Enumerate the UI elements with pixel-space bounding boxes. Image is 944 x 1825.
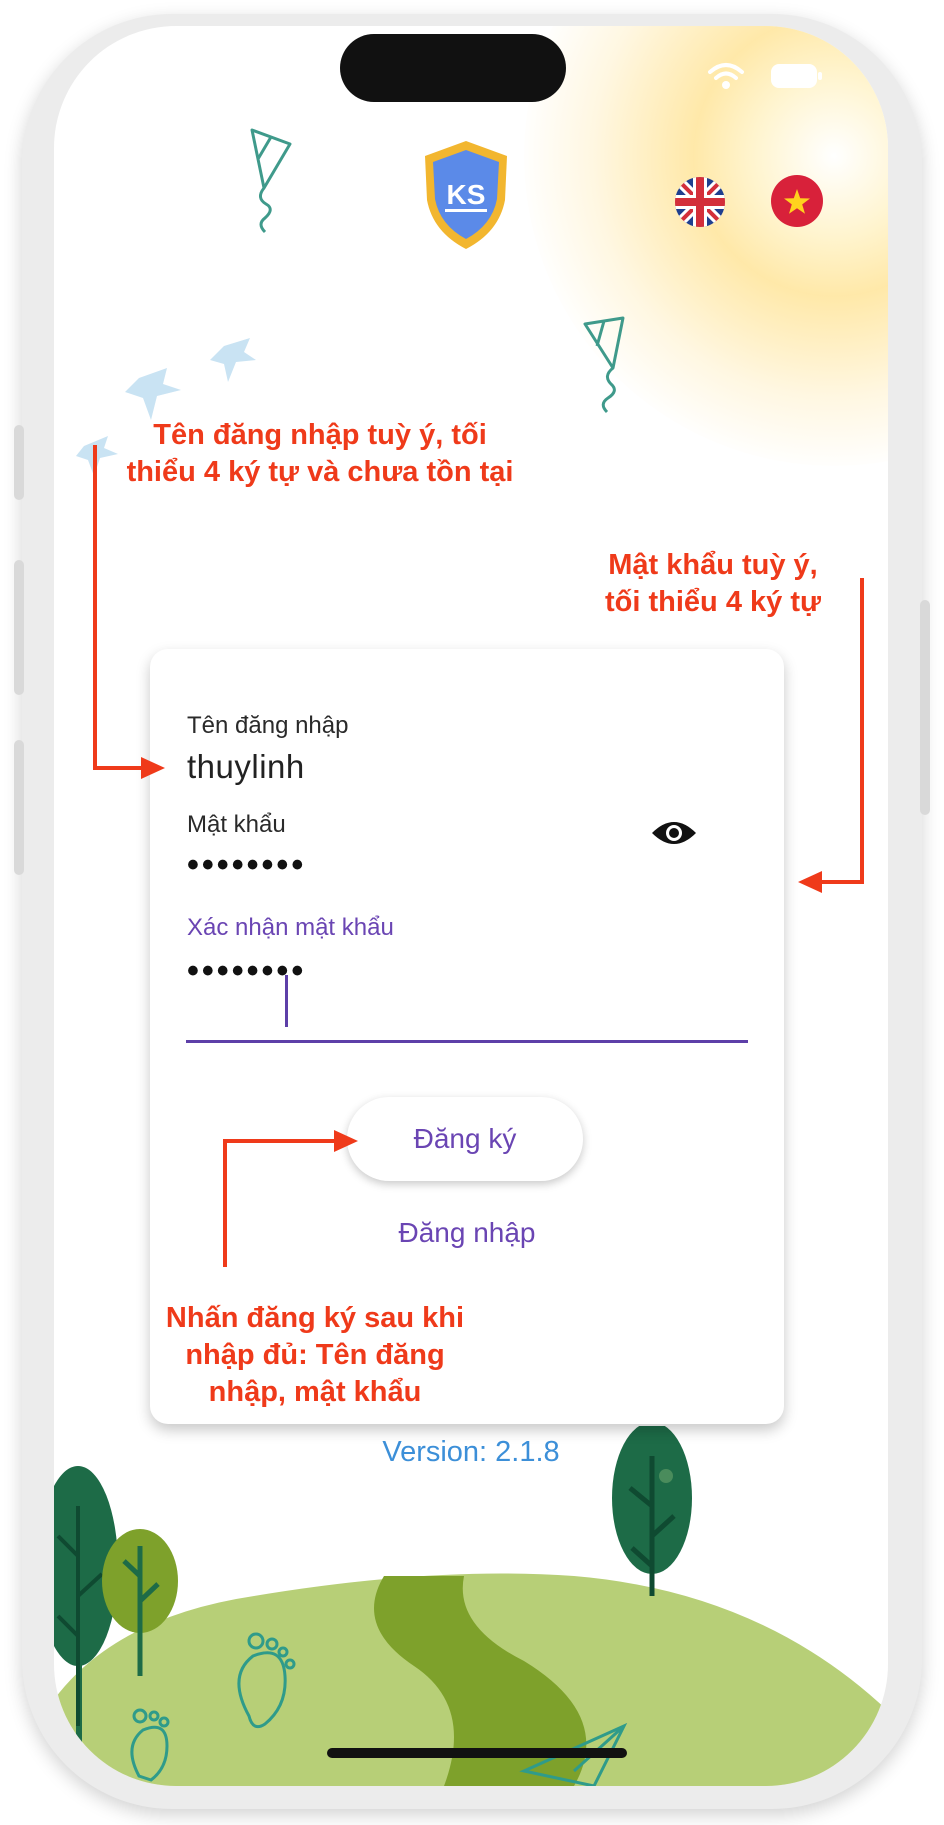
annotation-arrows <box>93 445 864 1267</box>
